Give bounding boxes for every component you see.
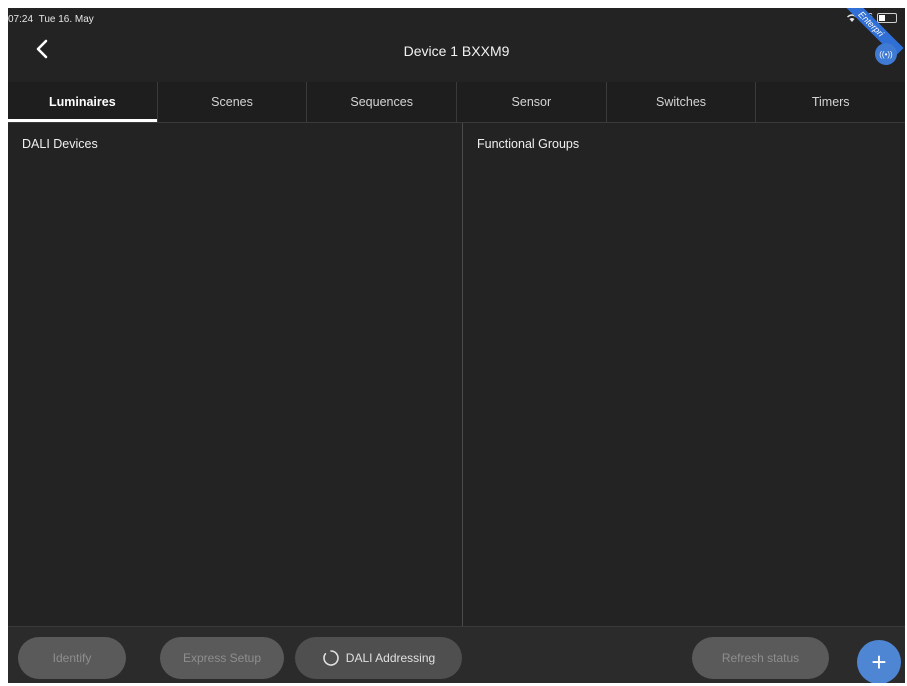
- nav-bar: Device 1 BXXM9 ((•)): [8, 28, 905, 74]
- tab-bar: Luminaires Scenes Sequences Sensor Switc…: [8, 82, 905, 122]
- express-setup-label: Express Setup: [182, 651, 262, 665]
- express-setup-button[interactable]: Express Setup: [160, 637, 284, 679]
- bottom-action-bar: Identify Express Setup DALI Addressing R…: [8, 626, 905, 683]
- tab-luminaires[interactable]: Luminaires: [8, 82, 158, 122]
- tab-label: Sensor: [511, 95, 552, 109]
- functional-groups-title: Functional Groups: [477, 137, 580, 151]
- tab-label: Switches: [656, 95, 707, 109]
- tab-label: Timers: [811, 95, 850, 109]
- dali-addressing-label: DALI Addressing: [345, 651, 436, 665]
- tab-timers[interactable]: Timers: [756, 82, 905, 122]
- battery-icon: [877, 12, 897, 23]
- status-bar: 07:24 Tue 16. May 36 Enterpri: [8, 8, 905, 57]
- tab-sequences[interactable]: Sequences: [307, 82, 458, 122]
- tab-label: Scenes: [211, 95, 253, 109]
- plus-icon: +: [871, 647, 887, 677]
- dali-devices-title: DALI Devices: [22, 137, 98, 151]
- tab-sensor[interactable]: Sensor: [457, 82, 607, 122]
- app-window: 07:24 Tue 16. May 36 Enterpri Device 1 B…: [8, 8, 905, 683]
- broadcast-button[interactable]: ((•)): [875, 43, 897, 65]
- tab-switches[interactable]: Switches: [607, 82, 757, 122]
- spinner-icon: [322, 649, 340, 667]
- frame-left: [0, 0, 8, 686]
- dali-addressing-button[interactable]: DALI Addressing: [295, 637, 462, 679]
- tab-scenes[interactable]: Scenes: [158, 82, 308, 122]
- frame-top: [0, 0, 907, 8]
- add-button[interactable]: +: [857, 640, 901, 683]
- status-date: Tue 16. May: [38, 14, 94, 25]
- functional-groups-panel: Functional Groups: [463, 123, 905, 626]
- dali-devices-panel: DALI Devices: [8, 123, 462, 626]
- status-time: 07:24: [8, 14, 34, 25]
- identify-label: Identify: [52, 651, 92, 665]
- refresh-status-button[interactable]: Refresh status: [692, 637, 829, 679]
- refresh-status-label: Refresh status: [721, 651, 800, 665]
- page-title: Device 1 BXXM9: [403, 43, 510, 59]
- broadcast-icon: ((•)): [879, 49, 893, 59]
- tab-label: Luminaires: [48, 95, 116, 109]
- status-time-date: 07:24 Tue 16. May: [8, 14, 94, 25]
- tab-label: Sequences: [350, 95, 413, 109]
- identify-button[interactable]: Identify: [18, 637, 126, 679]
